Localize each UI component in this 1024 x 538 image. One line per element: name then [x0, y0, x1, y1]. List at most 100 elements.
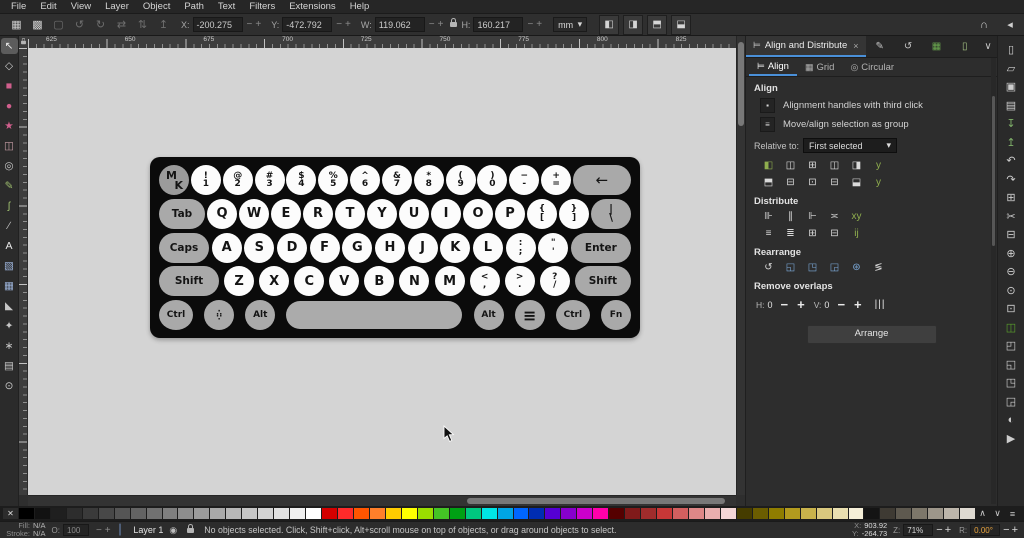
distribute-right-edges-button[interactable]: ⊩ — [804, 209, 821, 224]
tab-circular[interactable]: ◎ Circular — [842, 58, 902, 76]
color-swatch[interactable] — [147, 508, 162, 519]
ellipse-tool[interactable]: ● — [1, 98, 18, 114]
vertical-scrollbar[interactable] — [736, 36, 745, 495]
transform-dialog-tab[interactable]: ↺ — [894, 36, 922, 57]
text-distribute-vertical-button[interactable]: ij — [848, 226, 865, 241]
color-swatch[interactable] — [849, 508, 864, 519]
color-swatch[interactable] — [817, 508, 832, 519]
new-document-icon[interactable]: ▯ — [1003, 42, 1020, 58]
h-input[interactable]: 160.217 — [473, 17, 523, 32]
rectangle-tool[interactable]: ■ — [1, 78, 18, 94]
zoom-control[interactable]: Z: 71% −+ — [893, 524, 953, 536]
color-swatch[interactable] — [386, 508, 401, 519]
align-bottom-edges-button[interactable]: ⊟ — [826, 175, 843, 190]
color-swatch[interactable] — [928, 508, 943, 519]
rotation-input[interactable]: 0.00° — [970, 524, 1000, 536]
zoom-1-1-icon[interactable]: ⊙ — [1003, 282, 1020, 298]
vertical-ruler[interactable] — [19, 48, 28, 495]
exchange-stacking-order-button[interactable]: ◳ — [804, 260, 821, 275]
y-input[interactable]: -472.792 — [282, 17, 332, 32]
color-swatch[interactable] — [466, 508, 481, 519]
unclump-button[interactable]: ≶ — [870, 260, 887, 275]
unit-dropdown[interactable]: mm ▾ — [553, 17, 587, 32]
color-swatch[interactable] — [131, 508, 146, 519]
more-icon[interactable]: ▶ — [1003, 430, 1020, 446]
text-align-horizontal-button[interactable]: y — [870, 158, 887, 173]
color-swatch[interactable] — [258, 508, 273, 519]
h-gap-plus-button[interactable]: + — [797, 297, 805, 312]
box3d-tool[interactable]: ◫ — [1, 138, 18, 154]
move-gradients-toggle-icon[interactable]: ⬒ — [647, 15, 667, 35]
color-swatch[interactable] — [418, 508, 433, 519]
color-swatch[interactable] — [673, 508, 688, 519]
horizontal-scrollbar-thumb[interactable] — [467, 498, 725, 504]
align-top-edges-button[interactable]: ⊟ — [782, 175, 799, 190]
color-swatch[interactable] — [944, 508, 959, 519]
h-stepper[interactable]: −+ — [527, 19, 545, 30]
text-tool[interactable]: A — [1, 238, 18, 254]
alignment-handles-toggle[interactable]: ▪ Alignment handles with third click — [760, 98, 997, 113]
color-swatch[interactable] — [880, 508, 895, 519]
color-swatch[interactable] — [561, 508, 576, 519]
color-swatch[interactable] — [753, 508, 768, 519]
zoom-input[interactable]: 71% — [903, 524, 933, 536]
x-input[interactable]: -200.275 — [193, 17, 243, 32]
v-gap-plus-button[interactable]: + — [854, 297, 862, 312]
palette-menu-icon[interactable]: ≡ — [1005, 509, 1020, 519]
color-swatch[interactable] — [593, 508, 608, 519]
menu-file[interactable]: File — [4, 0, 33, 13]
menu-text[interactable]: Text — [211, 0, 242, 13]
panel-scrollbar[interactable] — [991, 58, 996, 504]
document-properties-dialog-tab[interactable]: ▯ — [951, 36, 979, 57]
color-swatch[interactable] — [785, 508, 800, 519]
align-top-to-anchor-bottom-button[interactable]: ⬓ — [848, 175, 865, 190]
redo-icon[interactable]: ↷ — [1003, 171, 1020, 187]
swatch-none[interactable]: ✕ — [3, 508, 18, 519]
undo-icon[interactable]: ↶ — [1003, 153, 1020, 169]
align-bottom-to-anchor-top-button[interactable]: ⬒ — [760, 175, 777, 190]
paint-bucket-tool[interactable]: ◣ — [1, 298, 18, 314]
opacity-stepper[interactable]: −+ — [96, 525, 114, 536]
color-swatch[interactable] — [322, 508, 337, 519]
open-document-icon[interactable]: ▱ — [1003, 60, 1020, 76]
color-swatch[interactable] — [290, 508, 305, 519]
layer-lock-icon[interactable] — [187, 528, 194, 533]
color-swatch[interactable] — [529, 508, 544, 519]
distribute-top-edges-button[interactable]: ≡ — [760, 226, 777, 241]
color-swatch[interactable] — [402, 508, 417, 519]
scale-corners-toggle-icon[interactable]: ◨ — [623, 15, 643, 35]
menu-path[interactable]: Path — [177, 0, 211, 13]
align-right-edges-button[interactable]: ◫ — [826, 158, 843, 173]
rotation-stepper[interactable]: −+ — [1003, 524, 1020, 536]
page-tool[interactable]: ▤ — [1, 358, 18, 374]
color-swatch[interactable] — [226, 508, 241, 519]
gradient-tool[interactable]: ▧ — [1, 258, 18, 274]
y-stepper[interactable]: −+ — [336, 19, 354, 30]
color-swatch[interactable] — [482, 508, 497, 519]
color-swatch[interactable] — [115, 508, 130, 519]
bezier-pen-tool[interactable]: ʃ — [1, 198, 18, 214]
zoom-in-icon[interactable]: ⊕ — [1003, 245, 1020, 261]
unlink-clone-icon[interactable]: ◱ — [1003, 356, 1020, 372]
color-swatch[interactable] — [35, 508, 50, 519]
selector-tool[interactable]: ↖ — [1, 38, 18, 54]
exchange-selection-order-button[interactable]: ◱ — [782, 260, 799, 275]
group-icon[interactable]: ◳ — [1003, 375, 1020, 391]
tab-align[interactable]: ⊨ Align — [749, 58, 797, 76]
color-swatch[interactable] — [864, 508, 879, 519]
lock-ratio-icon[interactable] — [450, 22, 457, 27]
color-swatch[interactable] — [19, 508, 34, 519]
star-tool[interactable]: ★ — [1, 118, 18, 134]
color-swatch[interactable] — [896, 508, 911, 519]
select-all-in-all-layers-icon[interactable]: ▩ — [27, 18, 48, 31]
snap-toggle-icon[interactable]: ∩ — [976, 19, 992, 31]
randomize-centers-button[interactable]: ⊛ — [848, 260, 865, 275]
save-document-icon[interactable]: ▣ — [1003, 79, 1020, 95]
v-gap-value[interactable]: 0 — [824, 300, 829, 310]
distribute-left-edges-button[interactable]: ⊪ — [760, 209, 777, 224]
color-swatch[interactable] — [545, 508, 560, 519]
color-swatch[interactable] — [641, 508, 656, 519]
w-input[interactable]: 119.062 — [375, 17, 425, 32]
graph-layout-button[interactable]: ↺ — [760, 260, 777, 275]
fill-stroke-indicator[interactable]: Fill:N/A Stroke:N/A — [4, 522, 46, 538]
